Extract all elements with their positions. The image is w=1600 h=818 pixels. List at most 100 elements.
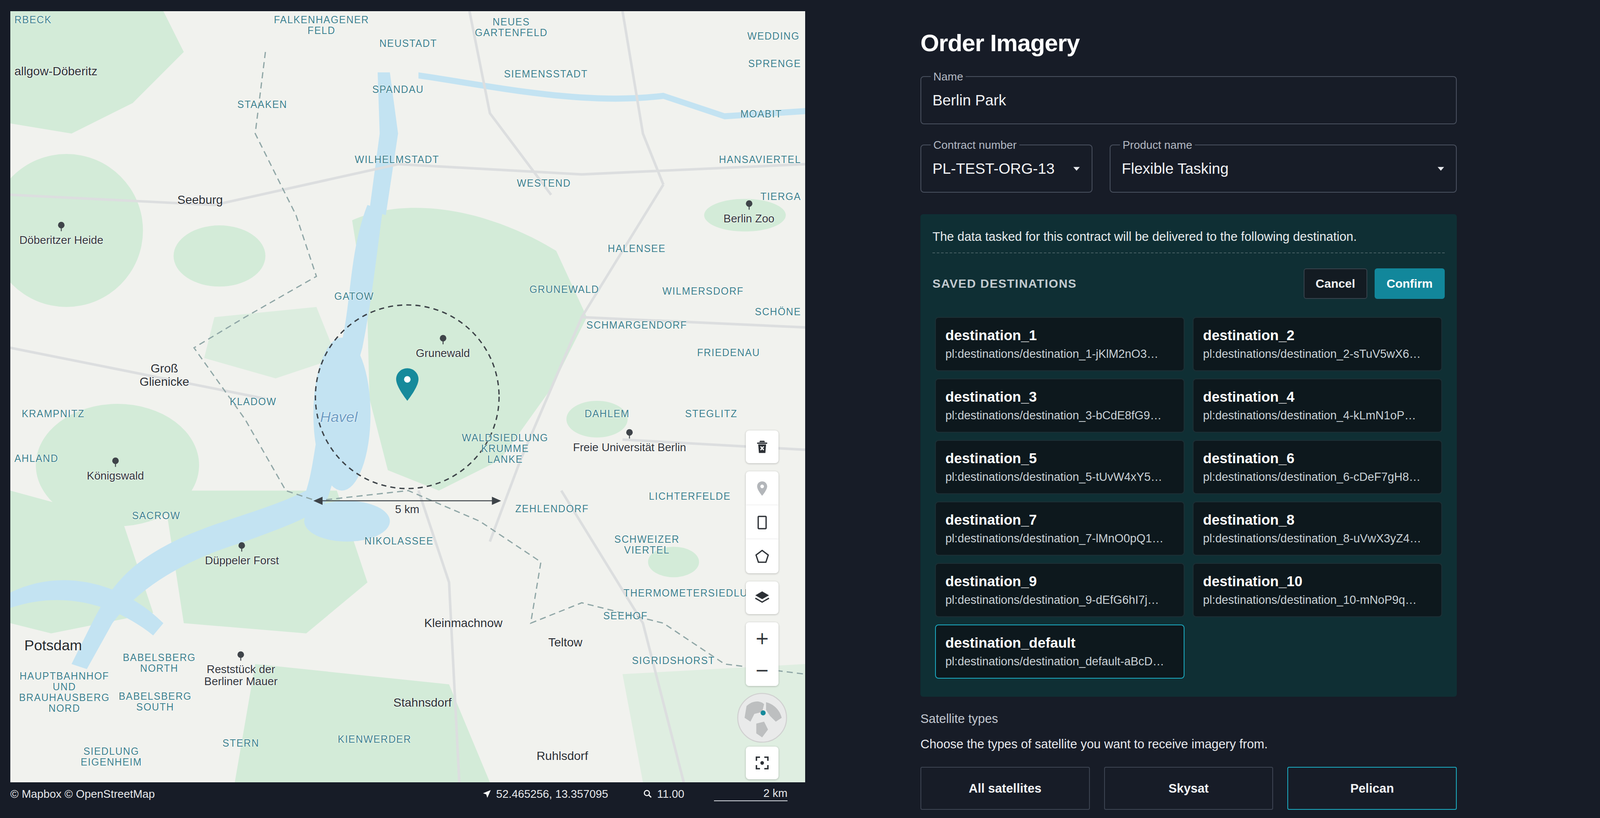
map-label: Kleinmachnow <box>424 616 503 631</box>
map-status-bar: © Mapbox © OpenStreetMap 52.465256, 13.3… <box>10 782 806 802</box>
map-label: SIEDLUNG EIGENHEIM <box>80 746 143 769</box>
destination-name: destination_4 <box>1203 388 1432 406</box>
destination-card[interactable]: destination_6 pl:destinations/destination… <box>1192 440 1443 495</box>
map-label: SCHWEIZER VIERTEL <box>614 533 680 556</box>
map-label: AHLAND <box>14 453 59 465</box>
contract-label: Contract number <box>930 138 1020 152</box>
destinations-heading: SAVED DESTINATIONS <box>932 276 1077 291</box>
product-value: Flexible Tasking <box>1121 159 1229 178</box>
map-label: KLADOW <box>229 396 277 408</box>
map-label: SIEMENSSTADT <box>504 68 588 80</box>
map-label: Reststück der Berliner Mauer <box>204 650 278 688</box>
contract-product-row: Contract number PL-TEST-ORG-13 Product nam… <box>920 138 1457 193</box>
map-label: Groß Glienicke <box>139 362 190 389</box>
order-form: Order ImageryNameBerlin ParkContract num… <box>920 11 1457 810</box>
destination-card[interactable]: destination_default pl:destinations/desti… <box>935 624 1185 679</box>
satellite-types-hint: Choose the types of satellite you want t… <box>920 736 1457 752</box>
map-label: FRIEDENAU <box>697 347 760 359</box>
map-label: WALDSIEDLUNG KRUMME LANKE <box>461 432 549 466</box>
destination-name: destination_3 <box>945 388 1175 406</box>
name-field[interactable]: NameBerlin Park <box>920 70 1457 125</box>
map-label: WILHELMSTADT <box>354 154 440 166</box>
map-label: MOABIT <box>740 108 782 120</box>
map-label: SPRENGE <box>748 58 802 70</box>
destination-name: destination_default <box>945 634 1175 652</box>
attribution[interactable]: © Mapbox © OpenStreetMap <box>10 787 155 801</box>
draw-tool-button[interactable] <box>745 539 779 574</box>
destination-path: pl:destinations/destination_default-aBcD… <box>945 654 1175 669</box>
destinations-header: SAVED DESTINATIONS CancelConfirm <box>932 268 1445 299</box>
map-label: SEEHOF <box>603 610 649 622</box>
destination-name: destination_2 <box>1203 327 1432 344</box>
dropdown-arrow-icon <box>1434 162 1448 176</box>
destination-path: pl:destinations/destination_4-kLmN1oP… <box>1203 408 1432 423</box>
recenter-button[interactable] <box>745 746 779 780</box>
map-label: BABELSBERG NORTH <box>122 652 196 674</box>
destination-card[interactable]: destination_5pl:destinations/destination… <box>935 440 1185 495</box>
order-imagery-page: RBECKallgow-DöberitzFALKENHAGENER FELDNE… <box>0 0 1600 818</box>
map-label: Havel <box>320 409 358 425</box>
globe-icon[interactable] <box>736 692 788 744</box>
destination-name: destination_6 <box>1203 450 1432 467</box>
map-label: allgow-Döberitz <box>14 64 98 78</box>
recenter-icon <box>753 754 771 772</box>
map-label: Freie Universität Berlin <box>572 427 687 454</box>
destination-card[interactable]: destination_4 pl:destinations/destination… <box>1192 378 1443 433</box>
draw-tool-button[interactable] <box>745 430 779 464</box>
dropdown-arrow-icon <box>1070 162 1084 176</box>
destination-path: pl:destinations/destination_8-uVwX3yZ4… <box>1203 531 1432 546</box>
map-label: NEUSTADT <box>379 38 437 50</box>
destination-card[interactable]: destination_9pl:destinations/destination… <box>935 563 1185 618</box>
destination-name: destination_10 <box>1203 573 1432 590</box>
map-label: WEDDING <box>747 31 800 43</box>
map-label: Düppeler Forst <box>204 541 279 567</box>
point-icon <box>753 480 771 498</box>
map-label: Döberitzer Heide <box>19 221 104 247</box>
poi-icon <box>236 541 248 553</box>
destination-name: destination_8 <box>1203 511 1432 529</box>
destination-card[interactable]: destination_3pl:destinations/destination… <box>935 378 1185 433</box>
zoom-level: 11.00 <box>642 787 685 801</box>
cancel-button[interactable]: Cancel <box>1303 268 1368 299</box>
location-pin-icon[interactable] <box>396 368 419 401</box>
destination-path: pl:destinations/destination_9-dEfG6hI7j… <box>945 593 1175 607</box>
destination-card[interactable]: destination_2pl:destinations/destination… <box>1192 316 1443 372</box>
map-label: STAAKEN <box>237 99 288 111</box>
map-label: STEGLITZ <box>685 408 738 420</box>
destination-card[interactable]: destination_10pl:destinations/destinatio… <box>1192 563 1443 618</box>
zoom-in-button[interactable]: + <box>745 622 779 655</box>
navigation-arrow-icon <box>481 788 493 800</box>
delivery-note: The data tasked for this contract will b… <box>932 229 1445 254</box>
confirm-button[interactable]: Confirm <box>1374 268 1445 299</box>
map-label: SPANDAU <box>372 84 424 96</box>
map-column: RBECKallgow-DöberitzFALKENHAGENER FELDNE… <box>10 11 806 802</box>
map[interactable]: RBECKallgow-DöberitzFALKENHAGENER FELDNE… <box>10 11 806 783</box>
contract-value: PL-TEST-ORG-13 <box>932 159 1055 178</box>
destination-name: destination_1 <box>945 327 1175 344</box>
product-select[interactable]: Product nameFlexible Tasking <box>1109 138 1457 193</box>
delivery-panel: The data tasked for this contract will b… <box>920 214 1457 697</box>
destination-card[interactable]: destination_7pl:destinations/destination… <box>935 501 1185 556</box>
map-label: Teltow <box>548 636 583 650</box>
poi-icon <box>55 221 68 233</box>
poi-icon <box>437 334 449 346</box>
destination-card[interactable]: destination_1pl:destinations/destination… <box>935 316 1185 372</box>
map-label: HANSAVIERTEL <box>719 154 802 166</box>
satellite-option[interactable]: Pelican <box>1287 766 1457 810</box>
poi-icon <box>109 456 121 468</box>
map-label: TIERGA <box>760 191 802 203</box>
radius-label: 5 km <box>395 502 420 516</box>
layers-button[interactable] <box>745 581 779 615</box>
destination-card[interactable]: destination_8 pl:destinations/destination… <box>1192 501 1443 556</box>
poi-icon <box>743 199 755 211</box>
rectangle-icon <box>753 513 771 532</box>
satellite-option[interactable]: All satellites <box>920 766 1090 810</box>
draw-tool-button[interactable] <box>745 505 779 540</box>
destination-path: pl:destinations/destination_6-cDeF7gH8… <box>1203 470 1432 484</box>
header-buttons: CancelConfirm <box>1303 268 1445 299</box>
zoom-out-button[interactable]: − <box>745 654 779 687</box>
poi-icon <box>624 427 636 440</box>
draw-tool-button[interactable] <box>745 471 779 506</box>
contract-select[interactable]: Contract number PL-TEST-ORG-13 <box>920 138 1093 193</box>
satellite-option[interactable]: Skysat <box>1104 766 1274 810</box>
